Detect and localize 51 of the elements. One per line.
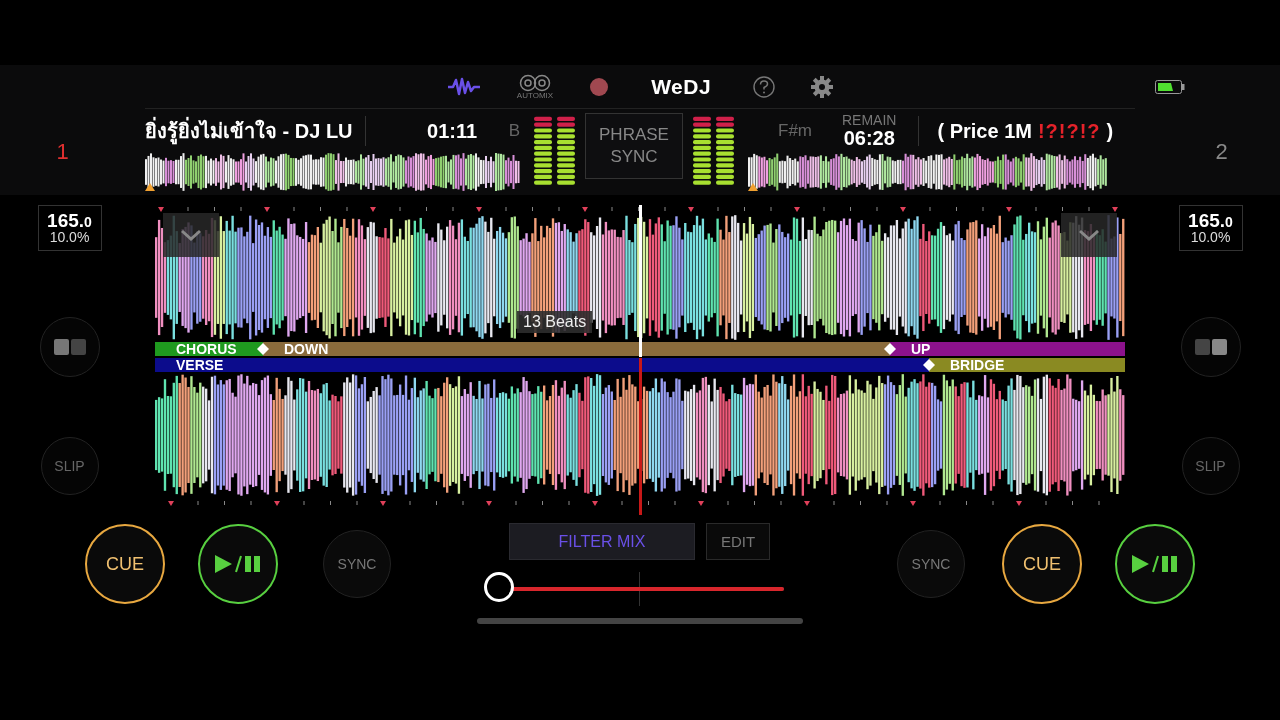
chevron-down-icon bbox=[1078, 229, 1100, 241]
level-meter-drawing bbox=[693, 116, 711, 186]
dropdown-button[interactable] bbox=[1061, 213, 1117, 257]
marker-icon bbox=[257, 343, 269, 355]
sync-button[interactable]: SYNC bbox=[897, 530, 965, 598]
time-display: 01:11 bbox=[427, 119, 478, 143]
filter-mix-button[interactable]: FILTER MIX bbox=[509, 523, 695, 560]
crossfader-slider[interactable] bbox=[484, 572, 784, 606]
dropdown-button[interactable] bbox=[163, 213, 219, 257]
bpm-display[interactable]: 165.0 10.0% bbox=[37, 205, 102, 251]
waveform-icon[interactable] bbox=[446, 76, 481, 97]
key-label: B bbox=[508, 121, 520, 141]
beats-label: 13 Beats bbox=[517, 311, 593, 333]
app-logo: WeDJ bbox=[650, 74, 713, 99]
remain-label: REMAIN bbox=[842, 112, 897, 127]
sync-button[interactable]: SYNC bbox=[323, 530, 391, 598]
help-icon[interactable] bbox=[753, 75, 776, 98]
track-title: ยิ่งรู้ยิ่งไม่เข้าใจ - DJ LU bbox=[145, 115, 353, 147]
deck-number: 1 bbox=[56, 139, 69, 165]
chevron-down-icon bbox=[180, 229, 202, 241]
level-meter-drawing bbox=[534, 116, 552, 186]
level-meter-drawing bbox=[716, 116, 734, 186]
overview-waveform-drawing[interactable] bbox=[145, 153, 520, 191]
slider-thumb[interactable] bbox=[484, 572, 514, 602]
track-title: ( Price 1M !?!?!? ) bbox=[937, 119, 1114, 143]
automix-label: AUTOMIX bbox=[516, 91, 554, 100]
waveform-drawing[interactable] bbox=[155, 374, 1125, 496]
slip-button[interactable]: SLIP bbox=[40, 437, 99, 495]
cue-button[interactable]: CUE bbox=[1002, 524, 1082, 604]
play-pause-icon bbox=[1132, 555, 1178, 573]
level-meter-drawing bbox=[557, 116, 575, 186]
automix-icon[interactable] bbox=[519, 73, 551, 92]
pad-icon bbox=[53, 339, 86, 355]
settings-icon[interactable] bbox=[811, 75, 834, 98]
bpm-display[interactable]: 165.0 10.0% bbox=[1178, 205, 1243, 251]
play-pause-icon bbox=[215, 555, 261, 573]
deck-number: 2 bbox=[1215, 139, 1228, 165]
key-label: F#m bbox=[778, 121, 812, 141]
marker-icon bbox=[884, 343, 896, 355]
time-display: 06:28 bbox=[843, 126, 895, 150]
battery-icon bbox=[1155, 79, 1185, 94]
phrase-segment: CHORUS bbox=[155, 342, 263, 356]
cue-button[interactable]: CUE bbox=[85, 524, 165, 604]
slip-button[interactable]: SLIP bbox=[1181, 437, 1240, 495]
record-icon[interactable] bbox=[589, 76, 610, 97]
waveform-drawing[interactable] bbox=[155, 215, 1125, 340]
marker-icon bbox=[923, 359, 935, 371]
pad-icon bbox=[1194, 339, 1227, 355]
phrase-sync-button[interactable]: PHRASE SYNC bbox=[585, 113, 683, 179]
edit-button[interactable]: EDIT bbox=[706, 523, 770, 560]
phrase-segment: VERSE bbox=[155, 358, 929, 372]
